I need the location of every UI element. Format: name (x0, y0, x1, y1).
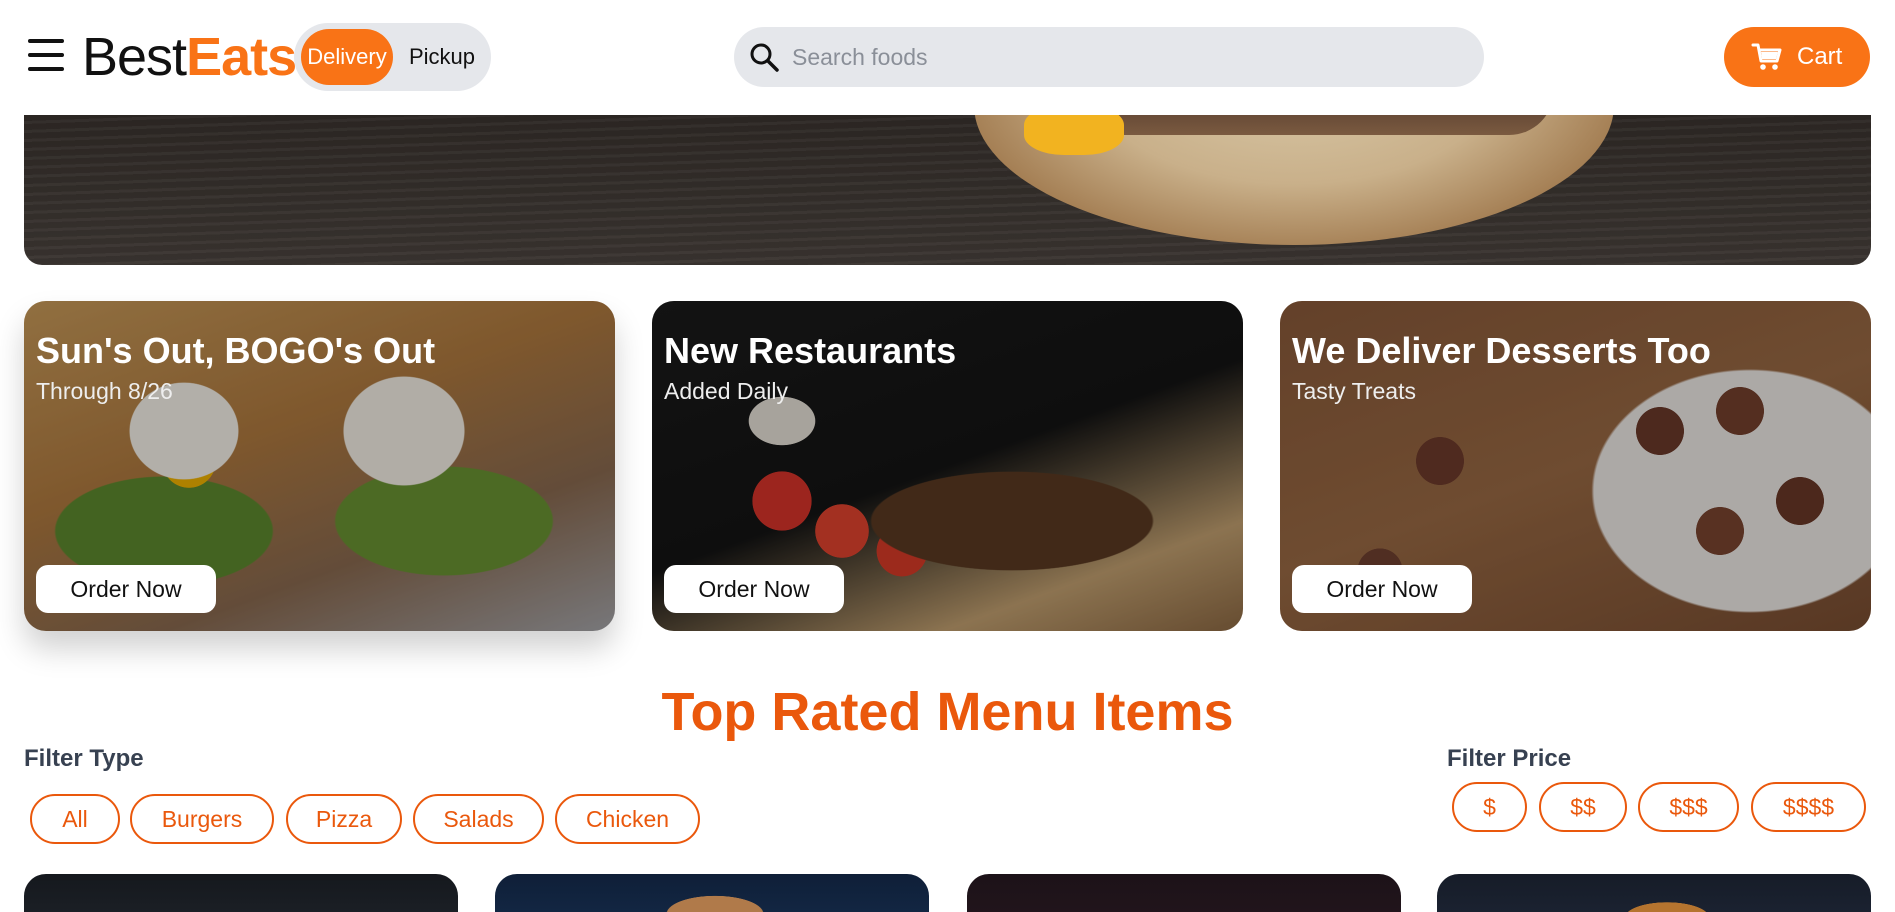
search-icon (750, 43, 779, 72)
search-bar (734, 27, 1484, 87)
filter-type-salads[interactable]: Salads (413, 794, 544, 844)
shopping-cart-icon (1751, 43, 1782, 70)
order-now-button[interactable]: Order Now (36, 565, 216, 613)
menu-item-card[interactable] (967, 874, 1401, 912)
order-now-button[interactable]: Order Now (664, 565, 844, 613)
cart-label: Cart (1797, 43, 1843, 70)
pickup-option[interactable]: Pickup (398, 29, 486, 85)
delivery-option[interactable]: Delivery (301, 29, 393, 85)
filter-type-burgers[interactable]: Burgers (130, 794, 274, 844)
promo-subtitle: Through 8/26 (36, 378, 173, 404)
filter-price-3[interactable]: $$$ (1638, 782, 1739, 832)
menu-item-card[interactable] (495, 874, 929, 912)
promo-card-new-restaurants: New Restaurants Added Daily Order Now (652, 301, 1243, 631)
filter-type-pizza[interactable]: Pizza (286, 794, 402, 844)
filter-price-2[interactable]: $$ (1539, 782, 1627, 832)
logo-text-eats: Eats (186, 27, 297, 87)
filter-price-1[interactable]: $ (1452, 782, 1527, 832)
promo-card-bogo: Sun's Out, BOGO's Out Through 8/26 Order… (24, 301, 615, 631)
menu-item-card[interactable] (24, 874, 458, 912)
menu-item-card[interactable] (1437, 874, 1871, 912)
cart-button[interactable]: Cart (1724, 27, 1870, 87)
promo-title: Sun's Out, BOGO's Out (36, 330, 436, 371)
top-header: BestEats Delivery Pickup Cart (0, 0, 1895, 115)
filter-type-chicken[interactable]: Chicken (555, 794, 700, 844)
promo-subtitle: Added Daily (664, 378, 789, 404)
filter-type-all[interactable]: All (30, 794, 120, 844)
filter-price-4[interactable]: $$$$ (1751, 782, 1866, 832)
promo-title: We Deliver Desserts Too (1292, 330, 1711, 371)
section-title: Top Rated Menu Items (661, 682, 1234, 742)
promo-title: New Restaurants (664, 330, 957, 371)
promo-card-desserts: We Deliver Desserts Too Tasty Treats Ord… (1280, 301, 1871, 631)
search-input[interactable] (792, 35, 1462, 79)
filter-price-label: Filter Price (1447, 745, 1572, 772)
brand-logo[interactable]: BestEats (82, 26, 297, 88)
delivery-pickup-toggle: Delivery Pickup (294, 23, 491, 91)
filter-type-label: Filter Type (24, 745, 144, 772)
promo-subtitle: Tasty Treats (1292, 378, 1416, 404)
order-now-button[interactable]: Order Now (1292, 565, 1472, 613)
logo-text-best: Best (82, 27, 187, 87)
menu-hamburger-icon[interactable] (28, 39, 64, 71)
